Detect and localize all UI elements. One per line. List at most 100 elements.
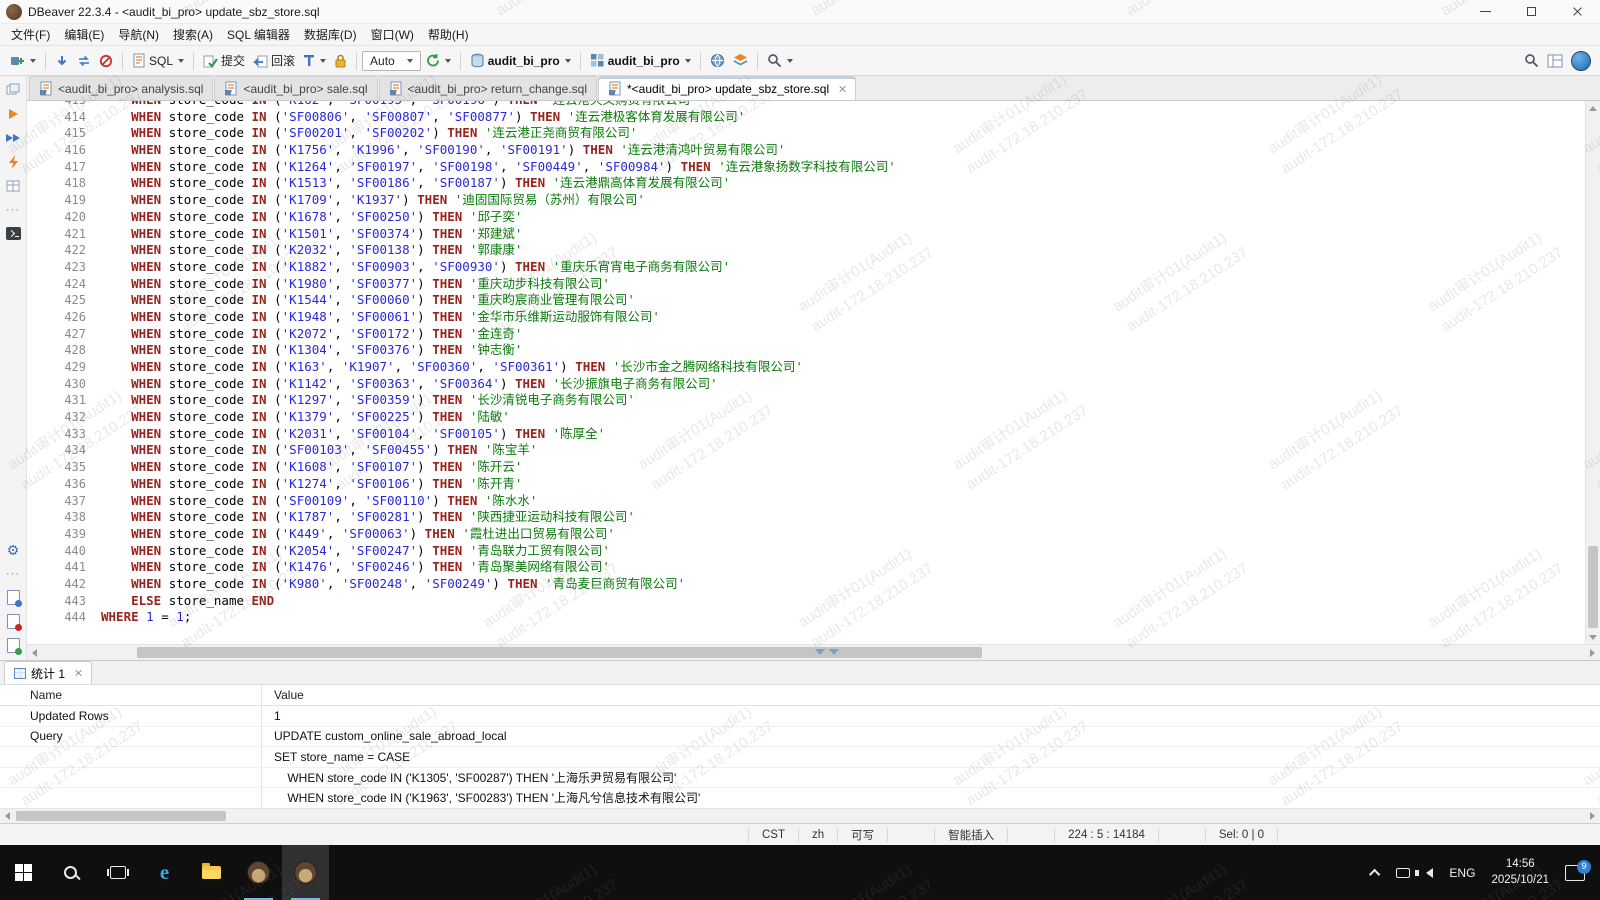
dbeaver-taskbar-button[interactable]	[235, 845, 282, 900]
statistics-tab[interactable]: 统计 1	[4, 661, 92, 684]
column-header-name[interactable]: Name	[0, 685, 262, 705]
status-cell[interactable]: CST	[748, 828, 799, 842]
tab-close-icon[interactable]	[838, 85, 846, 93]
dbeaver-community-button[interactable]	[1567, 48, 1595, 74]
minimize-button[interactable]	[1462, 0, 1508, 23]
scroll-left-arrow[interactable]	[27, 645, 42, 660]
clock[interactable]: 14:56 2025/10/21	[1484, 845, 1556, 900]
scroll-down-arrow[interactable]	[1586, 630, 1600, 644]
quick-access-search-button[interactable]	[1520, 50, 1543, 71]
stats-row[interactable]: QueryUPDATE custom_online_sale_abroad_lo…	[0, 727, 1600, 748]
overflow-dots-icon[interactable]: ···	[5, 201, 22, 218]
code-line[interactable]: 442 WHEN store_code IN ('K980', 'SF00248…	[27, 576, 1585, 593]
sync-button[interactable]	[73, 51, 95, 71]
panel-horizontal-scrollbar[interactable]	[0, 808, 1600, 823]
code-line[interactable]: 435 WHEN store_code IN ('K1608', 'SF0010…	[27, 459, 1585, 476]
database-selector[interactable]: audit_bi_pro	[466, 50, 575, 71]
menu-item[interactable]: 导航(N)	[111, 24, 166, 45]
perspective-button[interactable]	[1543, 51, 1567, 71]
editor-tab[interactable]: <audit_bi_pro> sale.sql	[214, 76, 377, 100]
cancel-button[interactable]	[95, 51, 117, 71]
code-line[interactable]: 424 WHEN store_code IN ('K1980', 'SF0037…	[27, 276, 1585, 293]
status-cell[interactable]: 可写	[838, 828, 888, 842]
new-connection-button[interactable]	[5, 50, 40, 72]
code-line[interactable]: 439 WHEN store_code IN ('K449', 'SF00063…	[27, 526, 1585, 543]
code-line[interactable]: 418 WHEN store_code IN ('K1513', 'SF0018…	[27, 175, 1585, 192]
schema-selector[interactable]: audit_bi_pro	[586, 50, 695, 71]
result-grid-button[interactable]	[5, 177, 22, 194]
code-line[interactable]: 427 WHEN store_code IN ('K2072', 'SF0017…	[27, 326, 1585, 343]
ie-browser-button[interactable]: e	[141, 845, 188, 900]
code-line[interactable]: 416 WHEN store_code IN ('K1756', 'K1996'…	[27, 142, 1585, 159]
sql-editor[interactable]: 413 WHEN store_code IN ('K162', 'SF00195…	[27, 101, 1585, 644]
stats-row[interactable]: WHEN store_code IN ('K1305', 'SF00287') …	[0, 768, 1600, 789]
code-line[interactable]: 437 WHEN store_code IN ('SF00109', 'SF00…	[27, 493, 1585, 510]
menu-item[interactable]: 编辑(E)	[57, 24, 111, 45]
code-line[interactable]: 443 ELSE store_name END	[27, 593, 1585, 610]
code-line[interactable]: 422 WHEN store_code IN ('K2032', 'SF0013…	[27, 242, 1585, 259]
terminal-button[interactable]	[5, 225, 22, 242]
dbeaver-taskbar-button-active[interactable]	[282, 845, 329, 900]
code-line[interactable]: 428 WHEN store_code IN ('K1304', 'SF0037…	[27, 342, 1585, 359]
scroll-right-arrow[interactable]	[1585, 809, 1600, 823]
menu-item[interactable]: 窗口(W)	[364, 24, 421, 45]
scroll-thumb[interactable]	[1588, 546, 1598, 628]
stats-row[interactable]: SET store_name = CASE	[0, 747, 1600, 768]
input-language-button[interactable]: ENG	[1442, 845, 1482, 900]
column-header-value[interactable]: Value	[262, 688, 1600, 702]
transaction-mode-dropdown[interactable]	[299, 51, 330, 70]
code-line[interactable]: 430 WHEN store_code IN ('K1142', 'SF0036…	[27, 376, 1585, 393]
stats-row[interactable]: Updated Rows1	[0, 706, 1600, 727]
code-line[interactable]: 436 WHEN store_code IN ('K1274', 'SF0010…	[27, 476, 1585, 493]
close-button[interactable]	[1554, 0, 1600, 23]
scroll-up-arrow[interactable]	[1586, 101, 1600, 115]
execute-statement-button[interactable]	[5, 105, 22, 122]
notification-button[interactable]: 9	[1558, 845, 1592, 900]
compare-button[interactable]	[706, 50, 729, 71]
menu-item[interactable]: 数据库(D)	[297, 24, 364, 45]
editor-tab[interactable]: <audit_bi_pro> return_change.sql	[379, 76, 597, 100]
code-line[interactable]: 414 WHEN store_code IN ('SF00806', 'SF00…	[27, 109, 1585, 126]
editor-tab[interactable]: *<audit_bi_pro> update_sbz_store.sql	[598, 76, 856, 100]
settings-button[interactable]: ⚙	[5, 541, 22, 558]
stats-row[interactable]: WHEN store_code IN ('K1963', 'SF00283') …	[0, 788, 1600, 808]
editor-horizontal-scrollbar[interactable]	[27, 644, 1600, 660]
start-button[interactable]	[0, 845, 47, 900]
search-dropdown[interactable]	[763, 50, 797, 71]
code-line[interactable]: 440 WHEN store_code IN ('K2054', 'SF0024…	[27, 543, 1585, 560]
rollback-button[interactable]: 回滚	[249, 49, 299, 72]
code-line[interactable]: 444WHERE 1 = 1;	[27, 609, 1585, 626]
auto-commit-combo[interactable]: Auto	[362, 51, 421, 71]
code-line[interactable]: 425 WHEN store_code IN ('K1544', 'SF0006…	[27, 292, 1585, 309]
code-line[interactable]: 431 WHEN store_code IN ('K1297', 'SF0035…	[27, 392, 1585, 409]
task-view-button[interactable]	[94, 845, 141, 900]
execute-script-button[interactable]	[5, 129, 22, 146]
code-line[interactable]: 434 WHEN store_code IN ('SF00103', 'SF00…	[27, 442, 1585, 459]
code-line[interactable]: 419 WHEN store_code IN ('K1709', 'K1937'…	[27, 192, 1585, 209]
sql-editor-dropdown[interactable]: SQL	[128, 50, 188, 71]
status-cell[interactable]: Sel: 0 | 0	[1205, 828, 1278, 842]
code-line[interactable]: 423 WHEN store_code IN ('K1882', 'SF0090…	[27, 259, 1585, 276]
stack-button[interactable]	[729, 50, 752, 71]
code-line[interactable]: 413 WHEN store_code IN ('K162', 'SF00195…	[27, 101, 1585, 109]
code-line[interactable]: 421 WHEN store_code IN ('K1501', 'SF0037…	[27, 226, 1585, 243]
code-line[interactable]: 415 WHEN store_code IN ('SF00201', 'SF00…	[27, 125, 1585, 142]
code-line[interactable]: 432 WHEN store_code IN ('K1379', 'SF0022…	[27, 409, 1585, 426]
menu-item[interactable]: 帮助(H)	[421, 24, 476, 45]
scroll-thumb[interactable]	[137, 647, 982, 658]
code-line[interactable]: 420 WHEN store_code IN ('K1678', 'SF0025…	[27, 209, 1585, 226]
lock-button[interactable]	[330, 51, 351, 71]
code-line[interactable]: 426 WHEN store_code IN ('K1948', 'SF0006…	[27, 309, 1585, 326]
status-cell[interactable]: 224 : 5 : 14184	[1054, 828, 1159, 842]
explain-plan-button[interactable]	[5, 153, 22, 170]
editor-tab[interactable]: <audit_bi_pro> analysis.sql	[29, 76, 213, 100]
overflow-dots-icon[interactable]: ···	[5, 565, 22, 582]
export-doc-button[interactable]	[5, 589, 22, 606]
code-line[interactable]: 429 WHEN store_code IN ('K163', 'K1907',…	[27, 359, 1585, 376]
fetch-button[interactable]	[51, 51, 73, 71]
code-line[interactable]: 417 WHEN store_code IN ('K1264', 'SF0019…	[27, 159, 1585, 176]
file-explorer-button[interactable]	[188, 845, 235, 900]
device-tray-button[interactable]	[1389, 845, 1417, 900]
refresh-dropdown[interactable]	[421, 50, 455, 71]
status-cell[interactable]: 智能插入	[934, 828, 1008, 842]
